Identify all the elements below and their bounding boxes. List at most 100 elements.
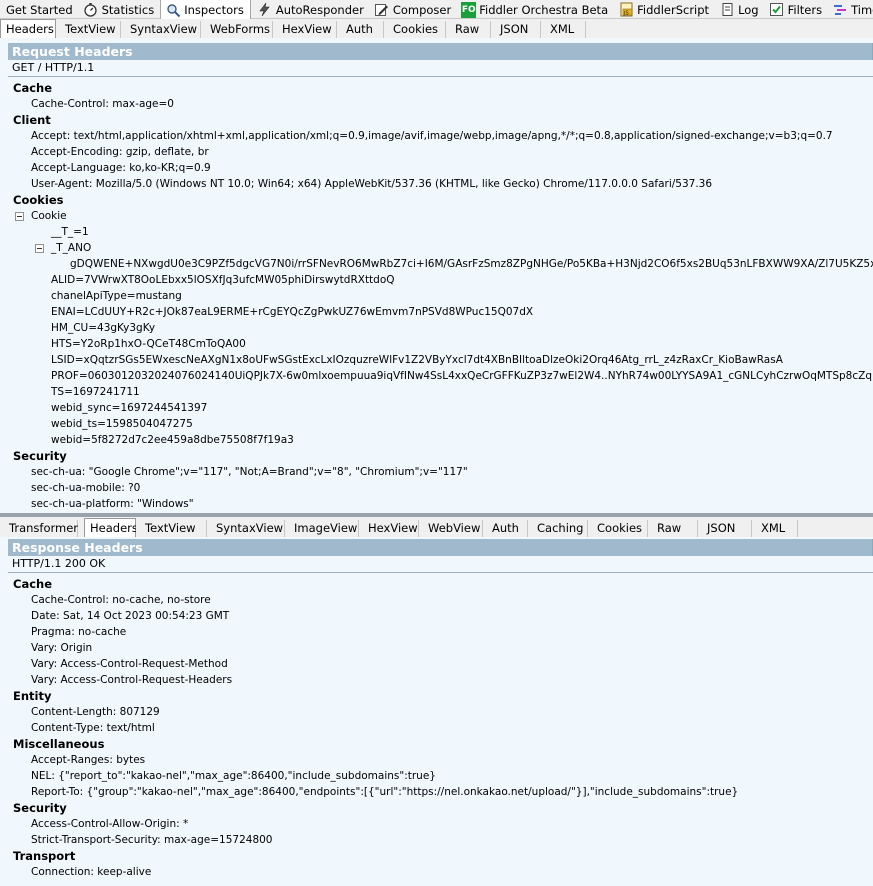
header-row[interactable]: Connection: keep-alive	[31, 864, 151, 880]
cookie-row[interactable]: webid_sync=1697244541397	[51, 400, 207, 416]
cookie-row[interactable]: HM_CU=43gKy3gKy	[51, 320, 155, 336]
header-row[interactable]: Accept-Encoding: gzip, deflate, br	[31, 144, 209, 160]
header-row[interactable]: sec-ch-ua: "Google Chrome";v="117", "Not…	[31, 464, 468, 480]
cookie-row[interactable]: webid_ts=1598504047275	[51, 416, 193, 432]
group-entity[interactable]: Entity	[13, 688, 51, 704]
response-tab-hexview[interactable]: HexView	[359, 520, 419, 537]
log-icon	[719, 2, 735, 18]
request-line: GET / HTTP/1.1	[12, 61, 95, 74]
group-cookies[interactable]: Cookies	[13, 192, 63, 208]
group-cache[interactable]: Cache	[13, 576, 52, 592]
tab-label: FiddlerScript	[637, 2, 710, 17]
cookie-row[interactable]: PROF=0603012032024076024140UiQPJk7X-6w0m…	[51, 368, 873, 384]
tab-timeline[interactable]: Timeline	[828, 0, 873, 19]
tab-label: Inspectors	[184, 3, 244, 17]
header-row[interactable]: Cache-Control: no-cache, no-store	[31, 592, 211, 608]
cookie-row[interactable]: HTS=Y2oRp1hxO-QCeT48CmToQA00	[51, 336, 246, 352]
header-row[interactable]: Access-Control-Allow-Origin: *	[31, 816, 188, 832]
cookie-row[interactable]: webid=5f8272d7c2ee459a8dbe75508f7f19a3	[51, 432, 294, 448]
tab-autoresponder[interactable]: AutoResponder	[251, 0, 370, 19]
response-tab-caching[interactable]: Caching	[528, 520, 588, 537]
fo-badge-icon: FO	[461, 1, 477, 18]
timeline-icon	[832, 2, 848, 18]
group-cache[interactable]: Cache	[13, 80, 52, 96]
response-tab-headers[interactable]: Headers	[84, 518, 138, 537]
cookie-node[interactable]: Cookie	[31, 208, 67, 224]
collapse-toggle-icon[interactable]	[15, 212, 24, 221]
magnifier-icon	[165, 2, 181, 18]
header-row[interactable]: Cache-Control: max-age=0	[31, 96, 174, 112]
tab-label: Log	[738, 2, 759, 17]
header-row[interactable]: Vary: Access-Control-Request-Method	[31, 656, 228, 672]
response-tab-textview[interactable]: TextView	[136, 520, 207, 537]
cookie-row[interactable]: ENAI=LCdUUY+R2c+JOk87eaL9ERME+rCgEYQcZgP…	[51, 304, 533, 320]
cookie-value[interactable]: gDQWENE+NXwgdU0e3C9PZf5dgcVG7N0i/rrSFNev…	[70, 256, 873, 272]
cookie-row[interactable]: __T_=1	[51, 224, 89, 240]
header-row[interactable]: Report-To: {"group":"kakao-nel","max_age…	[31, 784, 738, 800]
group-security[interactable]: Security	[13, 448, 67, 464]
divider	[8, 76, 873, 77]
tab-inspectors[interactable]: Inspectors	[160, 0, 251, 19]
response-tab-webview[interactable]: WebView	[419, 520, 483, 537]
fo-badge-text: FO	[461, 4, 476, 15]
header-row[interactable]: Vary: Origin	[31, 640, 92, 656]
request-tab-cookies[interactable]: Cookies	[384, 21, 446, 38]
tab-fiddler-orchestra[interactable]: FO Fiddler Orchestra Beta	[457, 0, 614, 19]
response-tab-raw[interactable]: Raw	[648, 520, 698, 537]
request-tab-textview[interactable]: TextView	[56, 21, 121, 38]
request-tab-headers[interactable]: Headers	[0, 19, 56, 38]
request-tab-raw[interactable]: Raw	[446, 21, 491, 38]
lightning-icon	[257, 2, 273, 18]
request-tab-auth[interactable]: Auth	[337, 21, 384, 38]
svg-text:JS: JS	[623, 10, 629, 16]
response-status-line: HTTP/1.1 200 OK	[12, 557, 106, 570]
group-security[interactable]: Security	[13, 800, 67, 816]
header-row[interactable]: Vary: Access-Control-Request-Headers	[31, 672, 232, 688]
header-row[interactable]: Date: Sat, 14 Oct 2023 00:54:23 GMT	[31, 608, 229, 624]
response-tab-imageview[interactable]: ImageView	[285, 520, 359, 537]
header-row[interactable]: Pragma: no-cache	[31, 624, 126, 640]
tab-label: Composer	[392, 2, 452, 17]
header-row[interactable]: Content-Type: text/html	[31, 720, 155, 736]
header-row[interactable]: sec-ch-ua-mobile: ?0	[31, 480, 140, 496]
response-tab-auth[interactable]: Auth	[483, 520, 528, 537]
request-tab-webforms[interactable]: WebForms	[201, 21, 273, 38]
response-tab-syntaxview[interactable]: SyntaxView	[207, 520, 285, 537]
header-row[interactable]: Accept-Ranges: bytes	[31, 752, 145, 768]
header-row[interactable]: User-Agent: Mozilla/5.0 (Windows NT 10.0…	[31, 176, 712, 192]
tab-label: Timeline	[851, 2, 873, 17]
header-row[interactable]: Content-Length: 807129	[31, 704, 160, 720]
cookie-row[interactable]: LSID=xQqtzrSGs5EWxescNeAXgN1x8oUFwSGstEx…	[51, 352, 783, 368]
header-row[interactable]: Accept-Language: ko,ko-KR;q=0.9	[31, 160, 211, 176]
header-row[interactable]: Strict-Transport-Security: max-age=15724…	[31, 832, 273, 848]
cookie-row[interactable]: chanelApiType=mustang	[51, 288, 182, 304]
request-tab-xml[interactable]: XML	[541, 21, 586, 38]
collapse-toggle-icon[interactable]	[35, 244, 44, 253]
group-client[interactable]: Client	[13, 112, 51, 128]
tab-statistics[interactable]: Statistics	[79, 0, 161, 19]
response-tab-transformer[interactable]: Transformer	[0, 520, 78, 537]
header-row[interactable]: sec-ch-ua-platform: "Windows"	[31, 496, 194, 512]
request-tab-syntaxview[interactable]: SyntaxView	[121, 21, 201, 38]
tab-filters[interactable]: Filters	[765, 0, 828, 19]
tab-get-started[interactable]: Get Started	[0, 0, 79, 19]
header-row[interactable]: NEL: {"report_to":"kakao-nel","max_age":…	[31, 768, 436, 784]
request-tab-hexview[interactable]: HexView	[273, 21, 337, 38]
tab-fiddlerscript[interactable]: JS FiddlerScript	[614, 0, 715, 19]
cookie-row[interactable]: TS=1697241711	[51, 384, 140, 400]
response-tab-json[interactable]: JSON	[698, 520, 752, 537]
response-tab-cookies[interactable]: Cookies	[588, 520, 648, 537]
response-tab-xml[interactable]: XML	[752, 520, 798, 537]
tab-log[interactable]: Log	[715, 0, 765, 19]
request-headers-pane: Request Headers GET / HTTP/1.1 Cache Cac…	[0, 43, 873, 513]
response-view-tabs: Transformer Headers TextView SyntaxView …	[0, 517, 873, 537]
request-tab-json[interactable]: JSON	[491, 21, 541, 38]
group-miscellaneous[interactable]: Miscellaneous	[13, 736, 104, 752]
cookie-row[interactable]: ALID=7VWrwXT8OoLEbxx5lOSXfJq3ufcMW05phiD…	[51, 272, 395, 288]
request-headers-title: Request Headers	[8, 43, 873, 60]
cookie-node-tano[interactable]: _T_ANO	[51, 240, 91, 256]
group-transport[interactable]: Transport	[13, 848, 75, 864]
header-row[interactable]: Accept: text/html,application/xhtml+xml,…	[31, 128, 833, 144]
tab-composer[interactable]: Composer	[370, 0, 457, 19]
tab-label: Fiddler Orchestra Beta	[479, 2, 609, 17]
